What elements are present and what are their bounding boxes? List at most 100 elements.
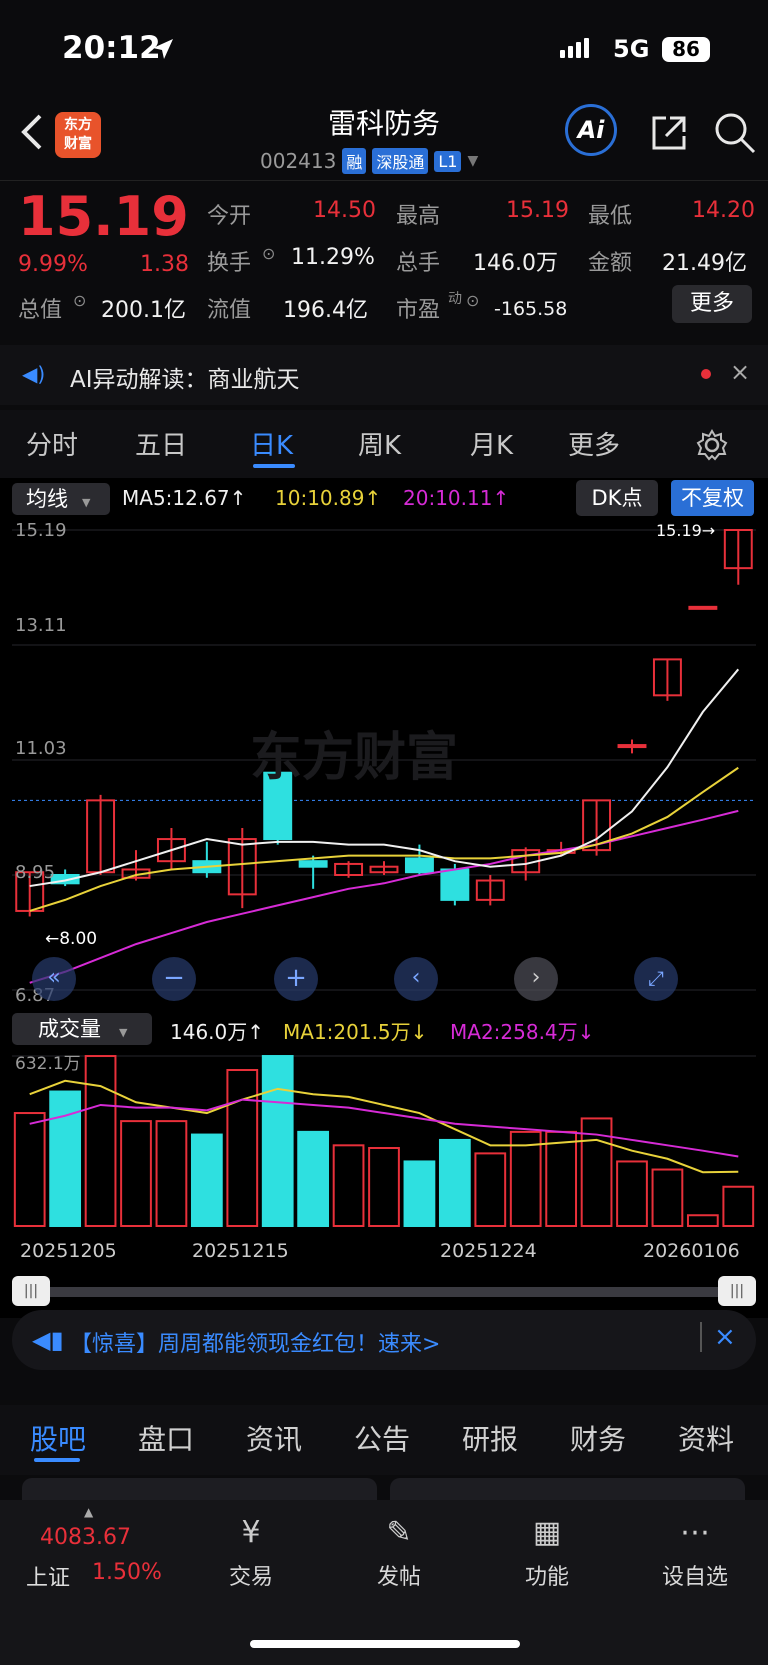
volume-bar	[616, 1160, 648, 1227]
tab-profile[interactable]: 资料	[678, 1418, 734, 1458]
ai-button[interactable]: Ai	[565, 104, 617, 156]
tab-orderbook[interactable]: 盘口	[138, 1418, 194, 1458]
scroll-right-icon[interactable]: ›	[514, 957, 558, 1001]
float-label: 流值	[207, 298, 252, 323]
tab-five-day[interactable]: 五日	[135, 425, 187, 462]
chevron-down-icon[interactable]: ▼	[467, 153, 478, 169]
close-icon[interactable]: ×	[714, 1322, 736, 1352]
volume-bar	[155, 1120, 188, 1227]
candle-body	[298, 860, 328, 868]
close-icon[interactable]: ×	[730, 358, 750, 386]
tab-more[interactable]: 更多	[568, 425, 620, 462]
volume-bar	[120, 1120, 152, 1227]
status-time: 20:12	[62, 30, 161, 66]
open-label: 今开	[207, 204, 252, 229]
y-label-4: 8.95	[15, 862, 56, 883]
tab-announcements[interactable]: 公告	[354, 1418, 410, 1458]
caret-up-icon: ▲	[84, 1505, 94, 1519]
volume-ma1: MA1:201.5万↓	[283, 1020, 428, 1044]
gear-icon[interactable]	[695, 428, 729, 462]
tab-forum[interactable]: 股吧	[30, 1418, 86, 1458]
yen-icon: ¥	[241, 1515, 261, 1550]
jump-start-icon[interactable]: «	[32, 957, 76, 1001]
volume-bar	[651, 1168, 684, 1227]
volume-ma2: MA2:258.4万↓	[450, 1020, 595, 1044]
volume-bar	[332, 1144, 365, 1227]
megaphone-icon: ◀▮	[32, 1326, 64, 1354]
ma10-value: 10:10.89↑	[275, 486, 382, 510]
tab-news[interactable]: 资讯	[246, 1418, 302, 1458]
x-label-4: 20260106	[643, 1240, 740, 1262]
ma5-value: MA5:12.67↑	[122, 486, 247, 510]
tab-weekly-k[interactable]: 周K	[358, 425, 401, 462]
y-label-2: 13.11	[15, 615, 67, 636]
info-icon[interactable]: ⊙	[73, 291, 86, 310]
zoom-in-icon[interactable]: +	[274, 957, 318, 1001]
pe-value: -165.58	[494, 298, 568, 320]
stock-code-row: 002413 融 深股通 L1 ▼	[260, 148, 478, 174]
range-slider-track[interactable]	[28, 1287, 740, 1297]
tab-monthly-k[interactable]: 月K	[470, 425, 513, 462]
share-icon[interactable]	[648, 112, 690, 154]
candle-body	[404, 857, 434, 874]
volume-selector[interactable]: 成交量 ▼	[12, 1013, 152, 1045]
search-icon[interactable]	[712, 110, 758, 156]
volume-plot[interactable]	[0, 1048, 768, 1228]
nav-watchlist-label: 设自选	[661, 1565, 728, 1590]
change-percent: 9.99%	[18, 252, 88, 277]
amount-label: 金额	[588, 251, 633, 276]
nav-functions[interactable]: ▦ 功能	[492, 1515, 602, 1591]
volume-bar	[545, 1130, 578, 1227]
location-arrow-icon	[153, 39, 173, 59]
promo-text: 【惊喜】周周都能领现金红包！速来>	[70, 1332, 441, 1357]
tab-financials[interactable]: 财务	[570, 1418, 626, 1458]
volume-bar	[474, 1152, 507, 1227]
tab-daily-k[interactable]: 日K	[250, 425, 293, 462]
x-label-2: 20251215	[192, 1240, 289, 1262]
info-icon[interactable]: ⊙	[262, 244, 275, 263]
index-value[interactable]: 4083.67	[40, 1525, 131, 1550]
range-handle-right[interactable]: |||	[718, 1276, 756, 1306]
y-label-max: 15.19	[15, 520, 67, 541]
range-handle-left[interactable]: |||	[12, 1276, 50, 1306]
volume-bar	[438, 1138, 471, 1227]
ma20-value: 20:10.11↑	[403, 486, 510, 510]
divider	[700, 1322, 702, 1352]
home-indicator[interactable]	[250, 1640, 520, 1648]
nav-post[interactable]: ✎ 发帖	[344, 1515, 454, 1591]
watermark: 东方财富	[250, 728, 459, 788]
grid-icon: ▦	[532, 1515, 562, 1550]
zoom-out-icon[interactable]: −	[152, 957, 196, 1001]
dk-button[interactable]: DK点	[576, 480, 658, 516]
low-price-tag: ←8.00	[45, 929, 98, 949]
x-label-3: 20251224	[440, 1240, 537, 1262]
divider	[0, 180, 768, 181]
tab-intraday[interactable]: 分时	[26, 425, 78, 462]
volume-bar	[368, 1147, 400, 1227]
more-button[interactable]: 更多	[672, 285, 752, 323]
nav-watchlist[interactable]: ⋯ 设自选	[640, 1515, 750, 1591]
info-icon[interactable]: ⊙	[466, 291, 479, 310]
ma-selector[interactable]: 均线 ▼	[12, 483, 110, 515]
high-label: 最高	[396, 204, 441, 229]
network-type: 5G	[613, 35, 650, 63]
volume-ma1-line	[29, 1079, 739, 1174]
candle-body	[688, 605, 718, 610]
pe-label: 市盈	[396, 298, 441, 323]
tag-connect: 深股通	[372, 148, 429, 174]
scroll-left-icon[interactable]: ‹	[394, 957, 438, 1001]
candle-body	[440, 868, 470, 901]
nav-functions-label: 功能	[524, 1565, 569, 1590]
tab-research[interactable]: 研报	[462, 1418, 518, 1458]
index-name[interactable]: 上证	[26, 1560, 70, 1592]
ai-label: Ai	[577, 116, 605, 144]
index-percent[interactable]: 1.50%	[92, 1560, 162, 1585]
adjust-button[interactable]: 不复权	[671, 480, 754, 516]
volume-bar	[722, 1185, 755, 1227]
nav-trade[interactable]: ¥ 交易	[196, 1515, 306, 1591]
edit-icon: ✎	[386, 1515, 412, 1550]
fullscreen-icon[interactable]: ⤢	[634, 957, 678, 1001]
volume-bar	[13, 1112, 46, 1227]
volume-bar	[686, 1214, 719, 1227]
ai-banner-text: AI异动解读：商业航天	[70, 367, 300, 393]
